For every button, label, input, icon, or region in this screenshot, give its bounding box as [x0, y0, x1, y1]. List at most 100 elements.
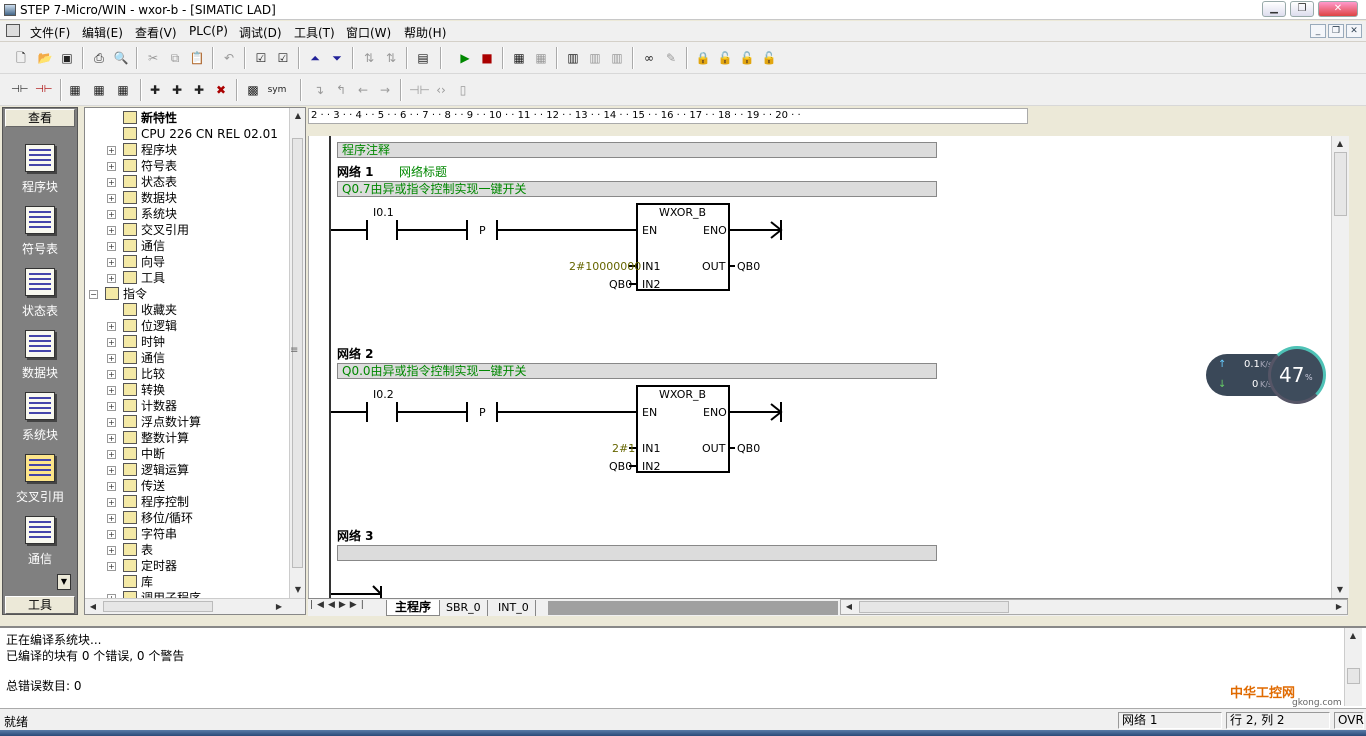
network-2-contact-address[interactable]: I0.2: [373, 388, 394, 401]
nav-symbol-table[interactable]: 符号表: [3, 200, 77, 262]
tree-expand-icon[interactable]: +: [107, 386, 116, 395]
tree-expand-icon[interactable]: +: [107, 434, 116, 443]
tree-node[interactable]: 传送: [141, 478, 165, 494]
lock-icon[interactable]: 🔒: [694, 49, 712, 67]
network-3-rung[interactable]: [331, 582, 391, 598]
coil-icon[interactable]: ‹›: [432, 81, 450, 99]
maximize-button[interactable]: ❐: [1290, 1, 1314, 17]
tree-node[interactable]: 程序块: [141, 142, 177, 158]
tree-node[interactable]: 移位/循环: [141, 510, 193, 526]
tree-node[interactable]: 比较: [141, 366, 165, 382]
output-scroll-up-icon[interactable]: ▲: [1345, 628, 1361, 644]
menu-tools[interactable]: 工具(T): [294, 24, 335, 41]
line-left-icon[interactable]: ←: [354, 81, 372, 99]
mdi-close-button[interactable]: ✕: [1346, 24, 1362, 38]
tab-main-program[interactable]: 主程序: [386, 600, 441, 616]
menu-file[interactable]: 文件(F): [30, 24, 70, 41]
compile-all-icon[interactable]: ☑: [274, 49, 292, 67]
network-1-label[interactable]: 网络 1: [337, 163, 374, 180]
tree-node[interactable]: 通信: [141, 350, 165, 366]
tree-expand-icon[interactable]: −: [89, 290, 98, 299]
unlock-icon[interactable]: 🔓: [716, 49, 734, 67]
tree-node[interactable]: 字符串: [141, 526, 177, 542]
paste-icon[interactable]: 📋: [188, 49, 206, 67]
tree-node[interactable]: 工具: [141, 270, 165, 286]
tree-expand-icon[interactable]: +: [107, 146, 116, 155]
delete-network-icon[interactable]: ⊣⊢: [34, 81, 52, 99]
tree-node[interactable]: 整数计算: [141, 430, 189, 446]
tree-expand-icon[interactable]: +: [107, 338, 116, 347]
tree-expand-icon[interactable]: +: [107, 274, 116, 283]
tree-node[interactable]: 状态表: [141, 174, 177, 190]
tree-hscroll-thumb[interactable]: [103, 601, 213, 612]
close-button[interactable]: ✕: [1318, 1, 1358, 17]
tree-expand-icon[interactable]: +: [107, 498, 116, 507]
editor-scroll-left-icon[interactable]: ◀: [841, 599, 857, 615]
tree-node[interactable]: 程序控制: [141, 494, 189, 510]
tree-expand-icon[interactable]: +: [107, 322, 116, 331]
menu-help[interactable]: 帮助(H): [404, 24, 446, 41]
unlock-all-icon[interactable]: 🔓: [738, 49, 756, 67]
tree-expand-icon[interactable]: +: [107, 370, 116, 379]
next-bookmark-icon[interactable]: ✚: [168, 81, 186, 99]
nav-status-chart[interactable]: 状态表: [3, 262, 77, 324]
force-icon[interactable]: ∞: [640, 49, 658, 67]
network-2-rung[interactable]: [331, 380, 811, 480]
tree-node[interactable]: 新特性: [141, 110, 177, 126]
network-3-label[interactable]: 网络 3: [337, 527, 374, 544]
sym-toggle-button[interactable]: sym: [266, 81, 288, 99]
tree-expand-icon[interactable]: +: [107, 418, 116, 427]
tab-int-0[interactable]: INT_0: [492, 600, 536, 616]
tree-expand-icon[interactable]: +: [107, 482, 116, 491]
editor-scroll-thumb[interactable]: [1334, 152, 1347, 216]
tree-expand-icon[interactable]: +: [107, 530, 116, 539]
print-icon[interactable]: ⎙: [90, 49, 108, 67]
tree-expand-icon[interactable]: +: [107, 354, 116, 363]
tree-node[interactable]: 转换: [141, 382, 165, 398]
nav-communications[interactable]: 通信: [3, 510, 77, 572]
program-status-icon[interactable]: ▦: [510, 49, 528, 67]
new-icon[interactable]: 🗋: [12, 49, 30, 67]
menu-view[interactable]: 查看(V): [135, 24, 177, 41]
download-icon[interactable]: ⏷: [328, 49, 346, 67]
tree-expand-icon[interactable]: +: [107, 242, 116, 251]
tree-scroll-right-icon[interactable]: ▶: [271, 599, 287, 615]
tree-node[interactable]: CPU 226 CN REL 02.01: [141, 126, 278, 142]
lad-view-icon[interactable]: ▦: [66, 81, 84, 99]
menu-window[interactable]: 窗口(W): [346, 24, 391, 41]
network-1-in2-operand[interactable]: QB0: [609, 278, 632, 291]
tree-node[interactable]: 向导: [141, 254, 165, 270]
stl-view-icon[interactable]: ▦: [114, 81, 132, 99]
editor-scroll-down-icon[interactable]: ▼: [1332, 582, 1348, 598]
tree-node[interactable]: 浮点数计算: [141, 414, 201, 430]
tree-expand-icon[interactable]: +: [107, 546, 116, 555]
write-all-icon[interactable]: ▥: [608, 49, 626, 67]
undo-icon[interactable]: ↶: [220, 49, 238, 67]
tree-expand-icon[interactable]: +: [107, 194, 116, 203]
navbar-tools-button[interactable]: 工具: [5, 596, 75, 614]
tree-node[interactable]: 系统块: [141, 206, 177, 222]
tree-node[interactable]: 收藏夹: [141, 302, 177, 318]
cut-icon[interactable]: ✂: [144, 49, 162, 67]
output-window[interactable]: 正在编译系统块... 已编译的块有 0 个错误, 0 个警告 总错误数目: 0 …: [0, 626, 1366, 708]
network-3-comment[interactable]: [337, 545, 937, 561]
symbol-table-icon[interactable]: ▩: [244, 81, 262, 99]
network-2-in2-operand[interactable]: QB0: [609, 460, 632, 473]
line-right-icon[interactable]: →: [376, 81, 394, 99]
remove-bookmarks-icon[interactable]: ✖: [212, 81, 230, 99]
network-speed-widget[interactable]: ↑ 0.1 K/s ↓ 0 K/s 47 %: [1206, 346, 1326, 404]
stop-icon[interactable]: ■: [478, 49, 496, 67]
status-chart-icon[interactable]: ▥: [564, 49, 582, 67]
nav-program-block[interactable]: 程序块: [3, 138, 77, 200]
tree-horizontal-scrollbar[interactable]: ◀ ▶: [85, 598, 305, 614]
navbar-dropdown-icon[interactable]: ▼: [57, 574, 71, 590]
editor-scroll-up-icon[interactable]: ▲: [1332, 136, 1348, 152]
document-icon[interactable]: [6, 24, 20, 37]
tree-node[interactable]: 库: [141, 574, 153, 590]
tree-node[interactable]: 符号表: [141, 158, 177, 174]
tree-node[interactable]: 调用子程序: [141, 590, 201, 598]
network-1-in1-operand[interactable]: 2#10000000: [569, 260, 641, 273]
tree-scroll-left-icon[interactable]: ◀: [85, 599, 101, 615]
tree-expand-icon[interactable]: +: [107, 210, 116, 219]
upload-icon[interactable]: ⏶: [306, 49, 324, 67]
